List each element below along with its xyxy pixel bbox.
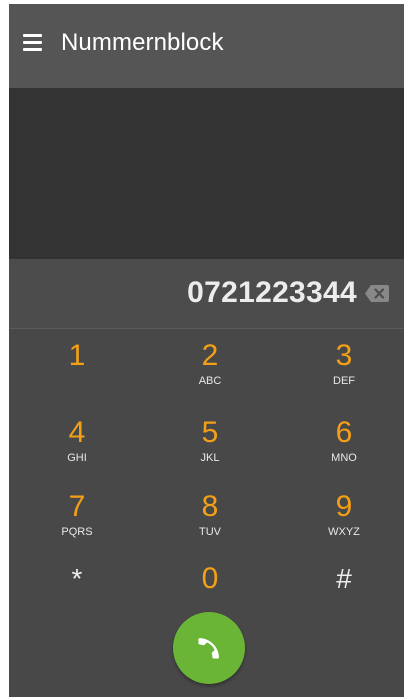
key-digit: #: [336, 563, 352, 594]
key-letters: ABC: [198, 375, 222, 387]
key-1[interactable]: 1: [17, 330, 137, 402]
key-digit: 7: [68, 490, 86, 523]
key-digit: 4: [68, 416, 86, 449]
key-digit: 8: [201, 490, 219, 523]
key-letters: PQRS: [61, 526, 93, 538]
call-display-area: [9, 88, 404, 259]
key-digit: 0: [201, 562, 219, 595]
key-digit: 1: [68, 339, 86, 372]
key-letters: TUV: [199, 526, 221, 538]
page-title: Nummernblock: [61, 29, 224, 56]
key-letters: MNO: [331, 452, 357, 464]
call-button[interactable]: [173, 612, 245, 684]
key-digit: *: [71, 563, 83, 594]
key-digit: 2: [201, 339, 219, 372]
dialed-number[interactable]: 0721223344: [187, 276, 357, 310]
key-8[interactable]: 8 TUV: [150, 481, 270, 553]
key-6[interactable]: 6 MNO: [284, 407, 404, 479]
number-bar: 0721223344: [9, 259, 404, 328]
key-7[interactable]: 7 PQRS: [17, 481, 137, 553]
key-3[interactable]: 3 DEF: [284, 330, 404, 402]
key-letters: WXYZ: [328, 526, 360, 538]
key-5[interactable]: 5 JKL: [150, 407, 270, 479]
key-digit: 9: [335, 490, 353, 523]
key-hash[interactable]: #: [284, 553, 404, 625]
key-digit: 5: [201, 416, 219, 449]
backspace-icon[interactable]: [365, 285, 389, 302]
key-letters: GHI: [67, 452, 87, 464]
key-letters: DEF: [333, 375, 355, 387]
phone-hangup-icon: [198, 638, 219, 659]
hamburger-menu-icon[interactable]: [23, 34, 45, 52]
key-9[interactable]: 9 WXYZ: [284, 481, 404, 553]
key-letters: JKL: [200, 452, 220, 464]
keypad: 1 2 ABC 3 DEF 4 GHI 5 JKL 6 MNO 7 PQRS 8: [9, 330, 404, 620]
key-digit: 6: [335, 416, 353, 449]
dialer-screen: Nummernblock 0721223344 1 2 ABC 3 DEF 4 …: [0, 0, 411, 697]
key-digit: 3: [335, 339, 353, 372]
app-bar: Nummernblock: [9, 0, 404, 88]
key-star[interactable]: *: [17, 553, 137, 625]
divider: [9, 328, 404, 329]
key-2[interactable]: 2 ABC: [150, 330, 270, 402]
key-4[interactable]: 4 GHI: [17, 407, 137, 479]
